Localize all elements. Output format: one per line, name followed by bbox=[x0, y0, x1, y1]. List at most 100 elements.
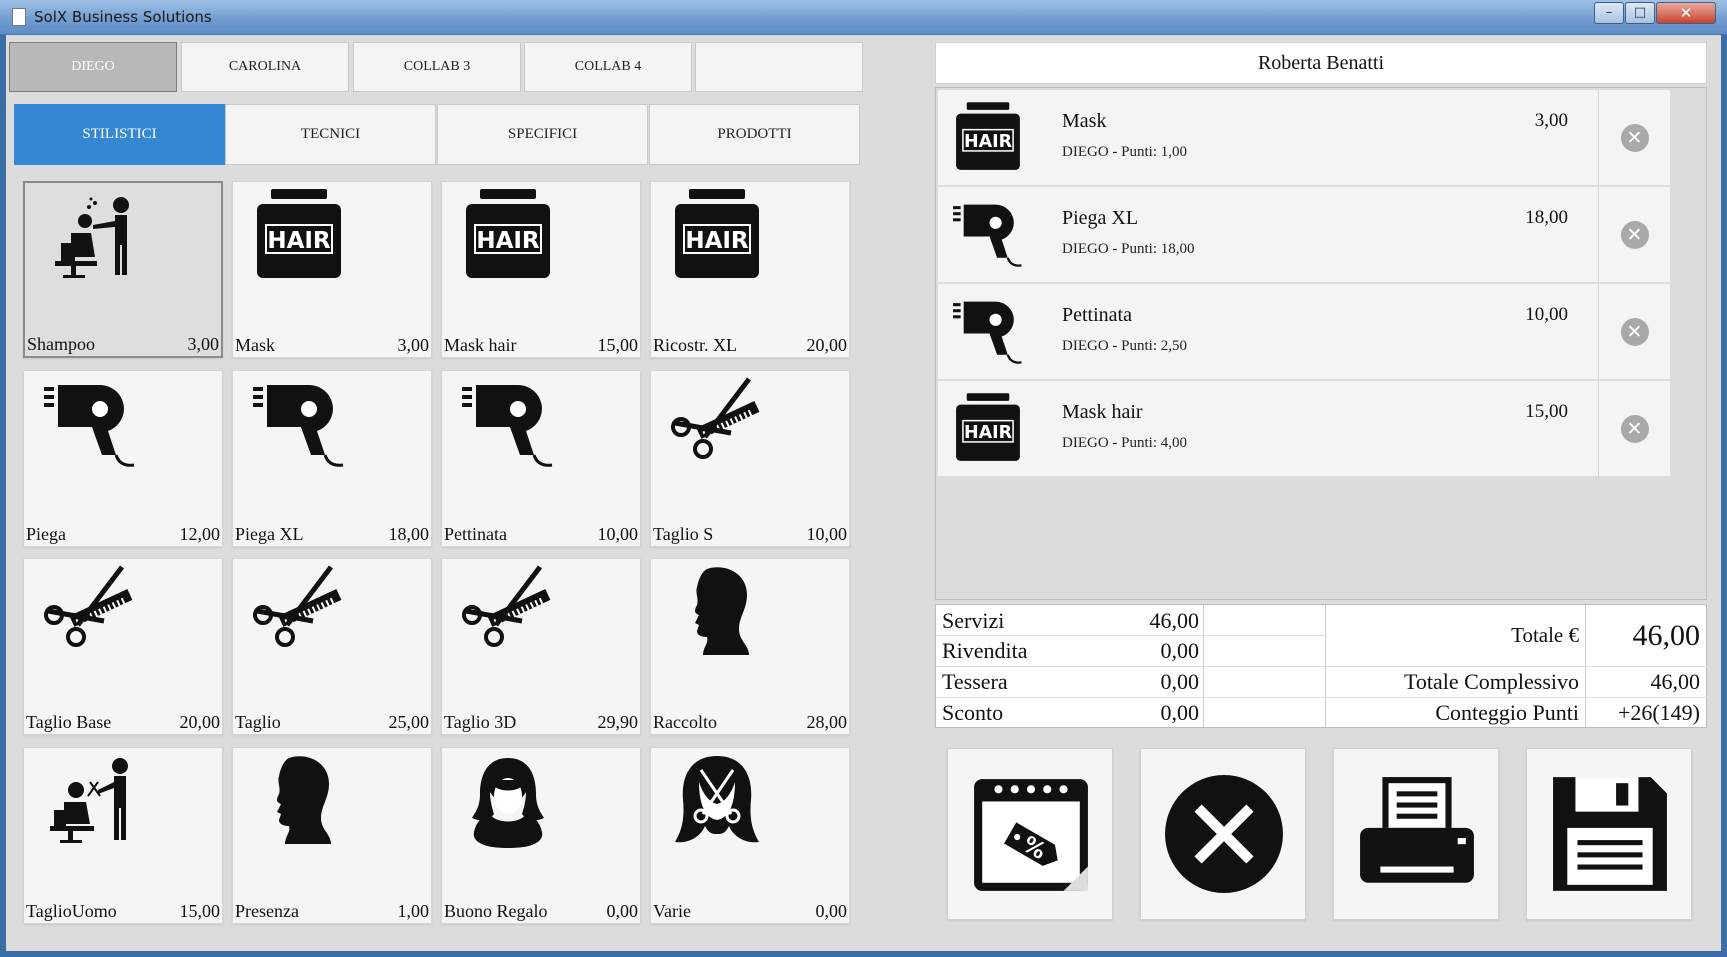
service-name: Taglio 3D bbox=[444, 712, 517, 732]
service-price: 3,00 bbox=[397, 335, 430, 355]
cart-item[interactable]: Mask DIEGO - Punti: 1,00 3,00 ✕ bbox=[938, 90, 1670, 186]
remove-item-button[interactable]: ✕ bbox=[1598, 284, 1670, 380]
service-tile-shampoo[interactable]: Shampoo 3,00 bbox=[23, 181, 223, 358]
tab-specifici[interactable]: SPECIFICI bbox=[437, 104, 648, 165]
print-button[interactable] bbox=[1333, 748, 1499, 920]
barber-chair-icon bbox=[40, 752, 140, 852]
service-name: Pettinata bbox=[444, 524, 507, 544]
woman-profile-icon bbox=[667, 563, 767, 663]
service-name: Varie bbox=[653, 901, 691, 921]
service-tile-ricostr-xl[interactable]: Ricostr. XL 20,00 bbox=[650, 181, 850, 358]
service-name: Taglio bbox=[235, 712, 281, 732]
service-price: 20,00 bbox=[806, 335, 848, 355]
hair-jar-icon bbox=[458, 186, 558, 286]
service-name: Taglio S bbox=[653, 524, 714, 544]
totale-label: Totale € bbox=[1511, 623, 1579, 647]
close-window-button[interactable]: ✕ bbox=[1656, 2, 1716, 24]
cart-item-name: Mask bbox=[1062, 110, 1107, 132]
service-tile-mask[interactable]: Mask 3,00 bbox=[232, 181, 432, 358]
cart-item-name: Pettinata bbox=[1062, 304, 1132, 326]
service-tile-pettinata[interactable]: Pettinata 10,00 bbox=[441, 370, 641, 547]
service-price: 10,00 bbox=[597, 524, 639, 544]
service-tile-taglio[interactable]: Taglio 25,00 bbox=[232, 558, 432, 735]
cart-item-detail: DIEGO - Punti: 18,00 bbox=[1062, 241, 1195, 257]
service-tile-buono-regalo[interactable]: Buono Regalo 0,00 bbox=[441, 747, 641, 924]
sconto-label: Sconto bbox=[942, 700, 1004, 725]
tab-stilistici[interactable]: STILISTICI bbox=[14, 104, 225, 165]
woman-avatar-icon bbox=[458, 752, 558, 852]
woman-profile-icon bbox=[249, 752, 349, 852]
minimize-button[interactable]: – bbox=[1594, 2, 1624, 24]
service-name: Mask bbox=[235, 335, 275, 355]
staff-tab-collab-4[interactable]: COLLAB 4 bbox=[524, 42, 692, 92]
totale-value: 46,00 bbox=[1632, 619, 1701, 652]
totale-complessivo-value: 46,00 bbox=[1650, 669, 1701, 694]
title-bar: SolX Business Solutions – □ ✕ bbox=[0, 0, 1727, 35]
cart-item[interactable]: Piega XL DIEGO - Punti: 18,00 18,00 ✕ bbox=[938, 187, 1670, 283]
hair-dryer-icon bbox=[249, 375, 349, 475]
tab-prodotti[interactable]: PRODOTTI bbox=[649, 104, 860, 165]
service-tile-mask-hair[interactable]: Mask hair 15,00 bbox=[441, 181, 641, 358]
cart-item[interactable]: Pettinata DIEGO - Punti: 2,50 10,00 ✕ bbox=[938, 284, 1670, 380]
cart-item-name: Piega XL bbox=[1062, 207, 1139, 229]
scissors-comb-icon bbox=[40, 563, 140, 663]
remove-item-button[interactable]: ✕ bbox=[1598, 90, 1670, 186]
tab-tecnici[interactable]: TECNICI bbox=[225, 104, 436, 165]
tessera-value: 0,00 bbox=[1160, 669, 1200, 694]
hair-dryer-icon bbox=[458, 375, 558, 475]
service-price: 10,00 bbox=[806, 524, 848, 544]
totale-complessivo-label: Totale Complessivo bbox=[1403, 669, 1579, 694]
staff-tab-diego[interactable]: DIEGO bbox=[9, 42, 177, 92]
service-price: 1,00 bbox=[397, 901, 430, 921]
service-name: Presenza bbox=[235, 901, 299, 921]
service-tile-taglio-uomo[interactable]: TaglioUomo 15,00 bbox=[23, 747, 223, 924]
service-tile-taglio-3d[interactable]: Taglio 3D 29,90 bbox=[441, 558, 641, 735]
cart-item-detail: DIEGO - Punti: 1,00 bbox=[1062, 144, 1187, 160]
maximize-button[interactable]: □ bbox=[1625, 2, 1655, 24]
service-tile-taglio-s[interactable]: Taglio S 10,00 bbox=[650, 370, 850, 547]
discount-calendar-button[interactable]: % bbox=[947, 748, 1113, 920]
sconto-value: 0,00 bbox=[1160, 700, 1200, 725]
service-price: 0,00 bbox=[815, 901, 848, 921]
calendar-discount-icon: % bbox=[974, 779, 1088, 891]
remove-item-button[interactable]: ✕ bbox=[1598, 381, 1670, 477]
app-document-icon bbox=[12, 8, 26, 26]
service-name: Buono Regalo bbox=[444, 901, 548, 921]
servizi-label: Servizi bbox=[942, 608, 1005, 633]
cart-item-detail: DIEGO - Punti: 2,50 bbox=[1062, 338, 1187, 354]
remove-item-button[interactable]: ✕ bbox=[1598, 187, 1670, 283]
client-name-field[interactable]: Roberta Benatti bbox=[935, 42, 1707, 84]
cart-item-price: 3,00 bbox=[1534, 110, 1568, 131]
hair-dryer-icon bbox=[40, 375, 140, 475]
staff-tab-empty[interactable] bbox=[695, 42, 863, 92]
service-tile-varie[interactable]: Varie 0,00 bbox=[650, 747, 850, 924]
tessera-label: Tessera bbox=[942, 669, 1008, 694]
staff-tab-carolina[interactable]: CAROLINA bbox=[181, 42, 349, 92]
service-name: Piega XL bbox=[235, 524, 304, 544]
hair-cut-icon bbox=[667, 752, 767, 852]
service-price: 15,00 bbox=[179, 901, 221, 921]
close-circle-icon: ✕ bbox=[1620, 124, 1649, 152]
service-name: Shampoo bbox=[27, 334, 96, 354]
service-name: Taglio Base bbox=[26, 712, 112, 732]
cart-item[interactable]: Mask hair DIEGO - Punti: 4,00 15,00 ✕ bbox=[938, 381, 1670, 477]
save-button[interactable] bbox=[1526, 748, 1692, 920]
service-tile-raccolto[interactable]: Raccolto 28,00 bbox=[650, 558, 850, 735]
service-tile-taglio-base[interactable]: Taglio Base 20,00 bbox=[23, 558, 223, 735]
scissors-comb-icon bbox=[667, 375, 767, 475]
close-circle-icon: ✕ bbox=[1620, 221, 1649, 249]
service-tile-presenza[interactable]: Presenza 1,00 bbox=[232, 747, 432, 924]
service-name: TaglioUomo bbox=[26, 901, 117, 921]
app-client-area: DIEGO CAROLINA COLLAB 3 COLLAB 4 STILIST… bbox=[6, 35, 1721, 951]
service-name: Raccolto bbox=[653, 712, 717, 732]
service-tile-piega[interactable]: Piega 12,00 bbox=[23, 370, 223, 547]
service-price: 18,00 bbox=[388, 524, 430, 544]
cart-item-price: 10,00 bbox=[1525, 304, 1568, 325]
staff-tab-collab-3[interactable]: COLLAB 3 bbox=[353, 42, 521, 92]
printer-icon bbox=[1360, 777, 1474, 883]
cancel-button[interactable] bbox=[1140, 748, 1306, 920]
hair-dryer-icon bbox=[950, 294, 1026, 370]
service-name: Piega bbox=[26, 524, 66, 544]
service-tile-piega-xl[interactable]: Piega XL 18,00 bbox=[232, 370, 432, 547]
rivendita-label: Rivendita bbox=[942, 638, 1028, 663]
